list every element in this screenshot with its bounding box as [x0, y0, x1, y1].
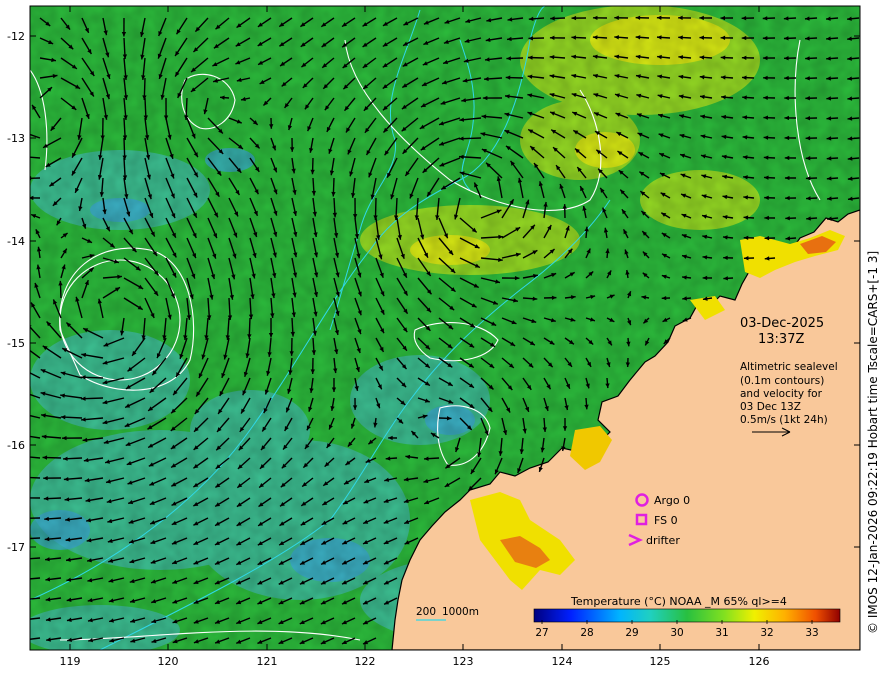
velocity-arrowhead [30, 176, 32, 181]
velocity-arrowhead [24, 155, 29, 159]
velocity-arrowhead [25, 617, 30, 621]
velocity-arrowhead [25, 637, 30, 641]
lon-label: 124 [552, 655, 573, 668]
colorbar-tick-label: 31 [715, 627, 728, 639]
lon-label: 125 [650, 655, 671, 668]
map-figure: -12 -13 -14 -15 -16 -17 119 120 121 122 … [0, 0, 880, 680]
velocity-arrowhead [23, 516, 28, 520]
sst-field [30, 6, 860, 650]
map-date: 03-Dec-2025 [740, 316, 824, 331]
colorbar-tick-label: 28 [580, 627, 593, 639]
velocity-arrowhead [22, 369, 27, 373]
colorbar-tick-label: 33 [805, 627, 818, 639]
lat-label: -15 [7, 337, 25, 350]
bathy-label-1000: 1000m [442, 606, 479, 618]
legend-drifter: drifter [646, 534, 680, 547]
map-time: 13:37Z [758, 332, 804, 347]
lon-label: 126 [749, 655, 770, 668]
altimetry-line: (0.1m contours) [740, 375, 824, 387]
altimetry-line: Altimetric sealevel [740, 361, 838, 373]
lat-label: -14 [7, 235, 25, 248]
velocity-arrowhead [24, 577, 29, 581]
legend-fs: FS 0 [654, 514, 678, 527]
altimetry-line: 0.5m/s (1kt 24h) [740, 414, 828, 426]
velocity-arrowhead [23, 496, 28, 500]
velocity-arrow [30, 476, 41, 479]
colorbar-tick-label: 29 [625, 627, 638, 639]
lon-label: 121 [257, 655, 278, 668]
colorbar [533, 608, 841, 623]
velocity-arrowhead [22, 455, 27, 459]
lat-label: -13 [7, 132, 25, 145]
colorbar-title: Temperature (°C) NOAA _M 65% ql>=4 [570, 595, 787, 608]
velocity-arrowhead [25, 597, 30, 601]
legend-argo: Argo 0 [654, 494, 690, 507]
lat-label: -16 [7, 439, 25, 452]
velocity-arrow [30, 537, 41, 540]
velocity-arrowhead [22, 413, 27, 417]
lat-label: -17 [7, 541, 25, 554]
colorbar-tick-label: 30 [670, 627, 683, 639]
altimetry-line: and velocity for [740, 388, 823, 400]
altimetry-line: 03 Dec 13Z [740, 401, 801, 413]
velocity-arrowhead [22, 434, 27, 438]
velocity-arrowhead [24, 557, 29, 561]
lon-label: 119 [60, 655, 81, 668]
colorbar-tick-label: 32 [760, 627, 773, 639]
lon-label: 122 [355, 655, 376, 668]
lat-label: -12 [7, 30, 25, 43]
velocity-arrowhead [22, 391, 27, 395]
credit-text: © IMOS 12-Jan-2026 09:22:19 Hobart time … [866, 251, 880, 634]
map-svg: -12 -13 -14 -15 -16 -17 119 120 121 122 … [7, 5, 880, 668]
lon-label: 123 [453, 655, 474, 668]
velocity-arrowhead [23, 475, 28, 479]
bathy-label-200: 200 [416, 606, 436, 618]
lon-label: 120 [158, 655, 179, 668]
colorbar-tick-label: 27 [535, 627, 548, 639]
